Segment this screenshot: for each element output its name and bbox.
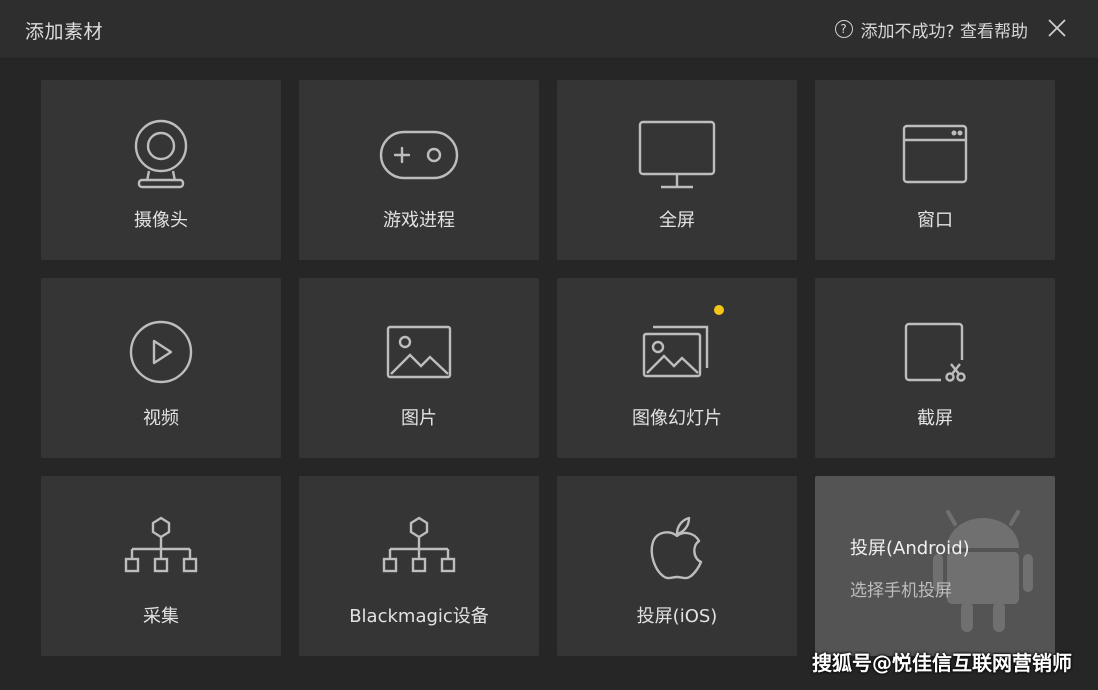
screenshot-scissors-icon [893,314,977,390]
help-link[interactable]: ? 添加不成功? 查看帮助 [834,17,1028,42]
tile-video[interactable]: 视频 [41,278,281,458]
close-button[interactable] [1046,17,1068,39]
tile-screencast-android[interactable]: 投屏(Android) 选择手机投屏 [815,476,1055,656]
help-link-text: 添加不成功? 查看帮助 [860,21,1028,42]
tile-label: 采集 [143,606,179,627]
android-icon [933,510,1033,632]
tile-label: 截屏 [917,408,953,429]
blackmagic-network-icon [377,512,461,588]
tile-label: 视频 [143,408,179,429]
tile-full-screen[interactable]: 全屏 [557,80,797,260]
dialog-title: 添加素材 [25,21,104,43]
image-icon [377,314,461,390]
slideshow-icon [635,314,719,390]
tile-label: 投屏(Android) [850,538,970,559]
add-source-dialog: 添加素材 ? 添加不成功? 查看帮助 摄像头 游戏进程 全屏 窗口 视频 图片 … [0,0,1098,690]
monitor-icon [635,116,719,192]
source-grid: 摄像头 游戏进程 全屏 窗口 视频 图片 图像幻灯片 截屏 采集 Blackma… [41,80,1055,656]
capture-network-icon [119,512,203,588]
title-bar: 添加素材 ? 添加不成功? 查看帮助 [0,0,1098,59]
tile-window[interactable]: 窗口 [815,80,1055,260]
tile-webcam[interactable]: 摄像头 [41,80,281,260]
gamepad-icon [377,116,461,192]
webcam-icon [119,116,203,192]
tile-label: Blackmagic设备 [349,606,489,627]
close-icon [1048,19,1066,37]
tile-label: 全屏 [659,210,695,231]
tile-label: 图像幻灯片 [632,408,722,429]
apple-icon [635,512,719,588]
tile-blackmagic-device[interactable]: Blackmagic设备 [299,476,539,656]
window-icon [893,116,977,192]
tile-game-process[interactable]: 游戏进程 [299,80,539,260]
tile-label: 游戏进程 [383,210,455,231]
tile-sublabel: 选择手机投屏 [850,581,952,601]
play-circle-icon [119,314,203,390]
tile-label: 窗口 [917,210,953,231]
tile-image[interactable]: 图片 [299,278,539,458]
tile-capture[interactable]: 采集 [41,476,281,656]
tile-label: 图片 [401,408,437,429]
question-circle-icon: ? [834,20,853,38]
tile-label: 投屏(iOS) [636,606,718,627]
tile-screencast-ios[interactable]: 投屏(iOS) [557,476,797,656]
tile-label: 摄像头 [134,210,188,231]
watermark: 搜狐号@悦佳信互联网营销师 [812,651,1072,675]
tile-image-slideshow[interactable]: 图像幻灯片 [557,278,797,458]
tile-screenshot[interactable]: 截屏 [815,278,1055,458]
